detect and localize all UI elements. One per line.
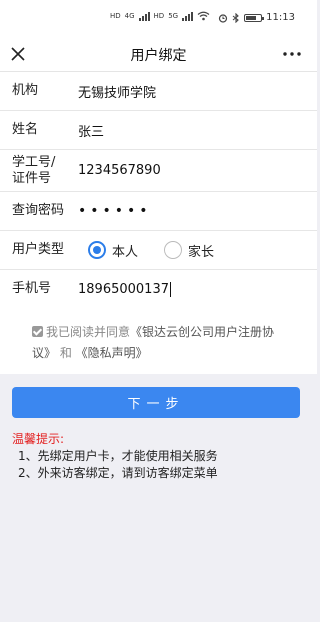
agreement-conjunction: 和 [56, 346, 76, 360]
battery-icon [244, 13, 265, 22]
institution-label: 机构 [12, 83, 39, 98]
network-5g-badge: 5G [168, 11, 179, 20]
agreement-checkbox[interactable] [32, 326, 43, 337]
row-phone: 手机号 18965000137 [0, 270, 317, 309]
text-cursor [169, 281, 171, 297]
page-title: 用户绑定 [130, 48, 187, 64]
wifi-icon [197, 11, 210, 21]
row-institution: 机构 无锡技师学院 [0, 72, 317, 111]
tips-item-2: 2、外来访客绑定，请到访客绑定菜单 [18, 466, 218, 480]
name-label: 姓名 [12, 122, 39, 137]
phone-label: 手机号 [12, 281, 52, 296]
tips-title: 温馨提示: [12, 432, 65, 446]
next-step-button[interactable]: 下一步 [12, 387, 300, 418]
status-bar: HD 4G HD 5G 11:13 [0, 0, 317, 36]
student-id-label-line2: 证件号 [12, 170, 52, 186]
network-4g-badge: 4G [124, 11, 135, 20]
student-id-field[interactable]: 1234567890 [78, 163, 161, 178]
status-right: 11:13 [218, 12, 295, 23]
institution-field[interactable]: 无锡技师学院 [78, 82, 156, 101]
agreement-prefix: 我已阅读并同意 [46, 325, 131, 339]
privacy-link[interactable]: 《隐私声明》 [76, 346, 148, 360]
more-icon [283, 52, 301, 56]
row-name: 姓名 张三 [0, 111, 317, 150]
row-student-id: 学工号/ 证件号 1234567890 [0, 150, 317, 192]
bluetooth-icon [232, 12, 239, 23]
signal-icon [138, 11, 150, 21]
row-user-type: 用户类型 本人 家长 [0, 231, 317, 270]
binding-form: 机构 无锡技师学院 姓名 张三 学工号/ 证件号 1234567890 查询密码… [0, 72, 317, 309]
title-bar: 用户绑定 [0, 36, 317, 72]
row-password: 查询密码 •••••• [0, 192, 317, 231]
student-id-label: 学工号/ 证件号 [12, 155, 72, 187]
user-type-label: 用户类型 [12, 242, 65, 257]
hd-badge-2: HD [153, 11, 165, 20]
password-label: 查询密码 [12, 203, 65, 218]
agreement-section: 我已阅读并同意《银达云创公司用户注册协议》 和 《隐私声明》 [0, 308, 317, 374]
student-id-label-line1: 学工号/ [12, 154, 56, 170]
signal-icon-2 [182, 11, 194, 21]
radio-parent[interactable] [164, 241, 183, 259]
phone-field[interactable]: 18965000137 [78, 281, 171, 297]
radio-parent-label[interactable]: 家长 [188, 241, 214, 260]
user-type-radio-group: 本人 家长 [88, 241, 234, 260]
status-indicators: HD 4G HD 5G [110, 11, 210, 21]
alarm-icon [219, 13, 228, 23]
name-field[interactable]: 张三 [78, 121, 104, 140]
more-button[interactable] [281, 44, 303, 64]
phone-value: 18965000137 [78, 281, 169, 297]
agreement-text: 我已阅读并同意《银达云创公司用户注册协议》 和 《隐私声明》 [32, 322, 282, 364]
tips-item-1: 1、先绑定用户卡，才能使用相关服务 [18, 449, 218, 463]
password-field[interactable]: •••••• [78, 203, 152, 219]
status-time: 11:13 [266, 12, 295, 23]
hd-badge: HD [110, 11, 121, 20]
radio-self[interactable] [88, 241, 106, 259]
radio-self-label[interactable]: 本人 [112, 241, 138, 260]
tips-section: 温馨提示: 1、先绑定用户卡，才能使用相关服务 2、外来访客绑定，请到访客绑定菜… [12, 431, 218, 482]
